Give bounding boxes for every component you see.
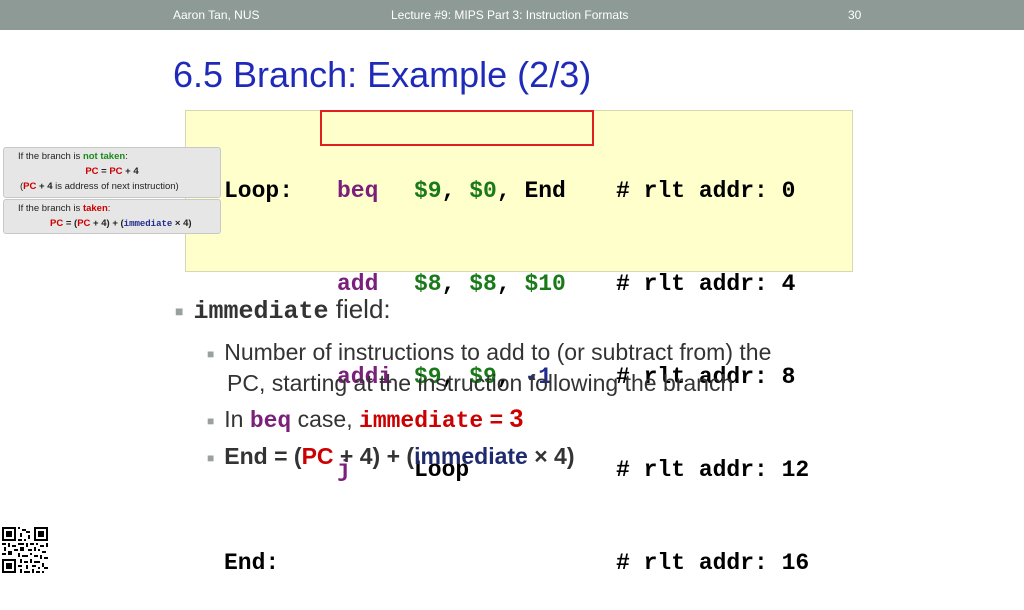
code-opcode: beq: [337, 178, 379, 204]
note-text: × 4): [172, 218, 192, 229]
bullet-text: = (: [267, 443, 302, 469]
bullet-pc: PC: [301, 443, 334, 469]
code-comment: # rlt addr: 0: [616, 178, 796, 204]
note-pc: PC: [50, 218, 64, 229]
note-text: :: [107, 203, 111, 214]
sub-bullet-end-formula: ■ End = (PC + 4) + (immediate × 4): [207, 443, 575, 470]
code-comment: # rlt addr: 12: [616, 457, 810, 483]
operand-register: $10: [524, 271, 566, 297]
bullet-mono-text: immediate: [193, 297, 329, 326]
sub-bullet-description: ■ Number of instructions to add to (or su…: [207, 339, 771, 366]
bullet-text: field:: [328, 294, 391, 324]
bullet-text: × 4): [527, 443, 575, 469]
note-line: PC = PC + 4: [4, 164, 220, 179]
note-pc: PC: [77, 218, 91, 229]
note-text: + 4: [36, 181, 53, 192]
note-text: = (: [63, 218, 78, 229]
bullet-text: case,: [291, 406, 360, 432]
square-bullet-icon: ■: [207, 450, 215, 465]
note-not-taken: If the branch is not taken: PC = PC + 4 …: [3, 147, 221, 198]
note-text: + 4: [122, 166, 139, 177]
note-emphasis: not taken: [82, 151, 126, 162]
bullet-text: In: [224, 406, 250, 432]
note-taken: If the branch is taken: PC = (PC + 4) + …: [3, 199, 221, 234]
header-author: Aaron Tan, NUS: [173, 8, 260, 22]
note-text: If the branch is: [18, 151, 83, 162]
square-bullet-icon: ■: [175, 303, 184, 320]
sub-bullet-description-cont: PC, starting at the instruction followin…: [227, 370, 734, 396]
operand-register: $8: [414, 271, 442, 297]
note-line: PC = (PC + 4) + (immediate × 4): [4, 216, 220, 232]
code-comment: # rlt addr: 16: [616, 550, 810, 576]
note-text: =: [98, 166, 110, 177]
bullet-mono-text: immediate: [359, 408, 484, 434]
operand-register: $8: [469, 271, 497, 297]
note-pc: PC: [23, 181, 37, 192]
code-label: Loop:: [224, 178, 294, 204]
operand-register: $0: [469, 178, 497, 204]
bullet-text: + 4) + (: [333, 443, 415, 469]
code-comment: # rlt addr: 4: [616, 271, 796, 297]
bullet-immediate: immediate: [414, 443, 528, 469]
note-text: + 4) + (: [90, 218, 124, 229]
note-pc: PC: [85, 166, 99, 177]
operand-register: $9: [414, 178, 442, 204]
note-immediate: immediate: [123, 219, 173, 229]
bullet-immediate-field: ■ immediate field:: [175, 294, 391, 326]
note-line: (PC + 4 is address of next instruction): [4, 179, 220, 194]
square-bullet-icon: ■: [207, 346, 215, 361]
page-number: 30: [848, 8, 862, 22]
bullet-value: 3: [509, 405, 524, 433]
code-operands-line: $9, $0, End: [414, 178, 566, 204]
square-bullet-icon: ■: [207, 413, 215, 428]
slide-title: 6.5 Branch: Example (2/3): [173, 54, 592, 95]
note-line: If the branch is not taken:: [4, 149, 220, 164]
operand-label: End: [524, 178, 566, 204]
qr-code-icon: [2, 527, 48, 573]
note-text: is address of next instruction): [52, 181, 179, 192]
note-text: :: [125, 151, 128, 162]
beq-highlight-box: [320, 110, 594, 146]
header-lecture-title: Lecture #9: MIPS Part 3: Instruction For…: [391, 8, 629, 22]
header-bar: Aaron Tan, NUS Lecture #9: MIPS Part 3: …: [0, 0, 1024, 30]
bullet-text: End: [224, 443, 268, 469]
note-pc: PC: [109, 166, 123, 177]
sub-bullet-beq-case: ■ In beq case, immediate = 3: [207, 405, 523, 434]
note-emphasis: taken: [82, 203, 108, 214]
code-label: End:: [224, 550, 280, 576]
bullet-mono-text: beq: [249, 408, 292, 434]
note-line: If the branch is taken:: [4, 201, 220, 216]
note-text: If the branch is: [18, 203, 83, 214]
bullet-text: =: [483, 406, 510, 432]
code-operands-line: $8, $8, $10: [414, 271, 566, 297]
bullet-text: Number of instructions to add to (or sub…: [224, 339, 772, 365]
